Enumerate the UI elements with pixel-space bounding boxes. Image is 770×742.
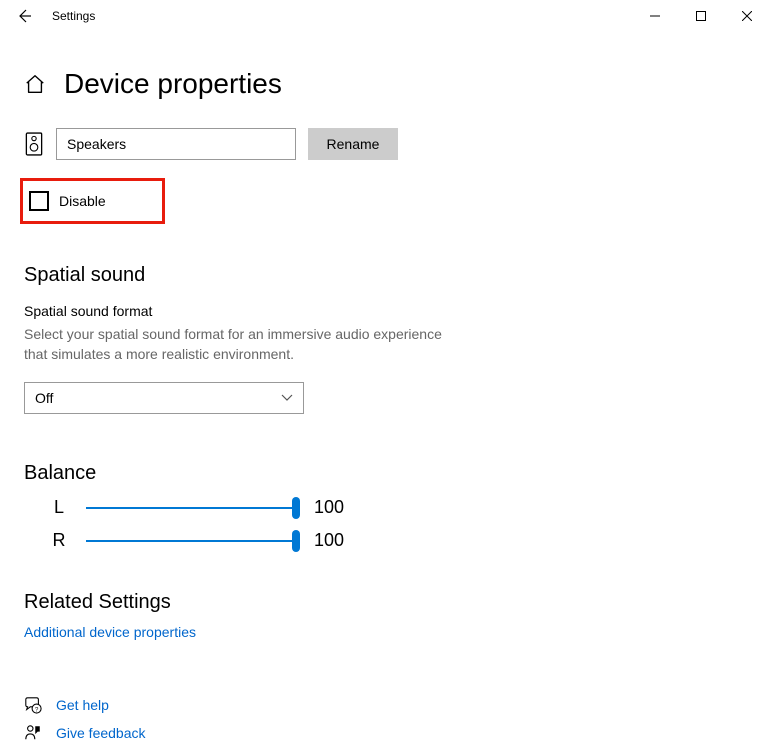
chat-icon: ?	[24, 696, 42, 714]
additional-properties-link[interactable]: Additional device properties	[24, 624, 196, 640]
balance-left-value: 100	[314, 497, 344, 518]
balance-right-value: 100	[314, 530, 344, 551]
close-button[interactable]	[724, 0, 770, 32]
chevron-down-icon	[281, 394, 293, 402]
balance-title: Balance	[24, 462, 746, 485]
minimize-button[interactable]	[632, 0, 678, 32]
home-icon[interactable]	[24, 73, 46, 95]
balance-right-label: R	[44, 530, 74, 551]
slider-thumb[interactable]	[292, 530, 300, 552]
svg-text:?: ?	[35, 706, 39, 713]
related-settings-title: Related Settings	[24, 591, 746, 614]
rename-button[interactable]: Rename	[308, 128, 398, 160]
slider-thumb[interactable]	[292, 497, 300, 519]
spatial-description: Select your spatial sound format for an …	[24, 325, 444, 364]
give-feedback-link[interactable]: Give feedback	[56, 725, 146, 741]
minimize-icon	[650, 11, 660, 21]
balance-left-slider[interactable]	[86, 507, 296, 509]
device-name-input[interactable]	[56, 128, 296, 160]
disable-checkbox[interactable]	[29, 191, 49, 211]
back-button[interactable]	[8, 0, 40, 32]
page-title: Device properties	[64, 68, 282, 100]
feedback-icon	[24, 724, 42, 742]
spatial-format-label: Spatial sound format	[24, 303, 746, 319]
maximize-icon	[696, 11, 706, 21]
get-help-link[interactable]: Get help	[56, 697, 109, 713]
balance-left-label: L	[44, 497, 74, 518]
arrow-left-icon	[16, 8, 32, 24]
disable-highlight: Disable	[20, 178, 165, 224]
spatial-selected-value: Off	[35, 390, 53, 406]
window-title: Settings	[52, 9, 95, 23]
balance-right-slider[interactable]	[86, 540, 296, 542]
spatial-sound-title: Spatial sound	[24, 264, 746, 287]
spatial-format-dropdown[interactable]: Off	[24, 382, 304, 414]
speaker-icon	[24, 132, 44, 156]
maximize-button[interactable]	[678, 0, 724, 32]
close-icon	[742, 11, 752, 21]
disable-label: Disable	[59, 193, 106, 209]
